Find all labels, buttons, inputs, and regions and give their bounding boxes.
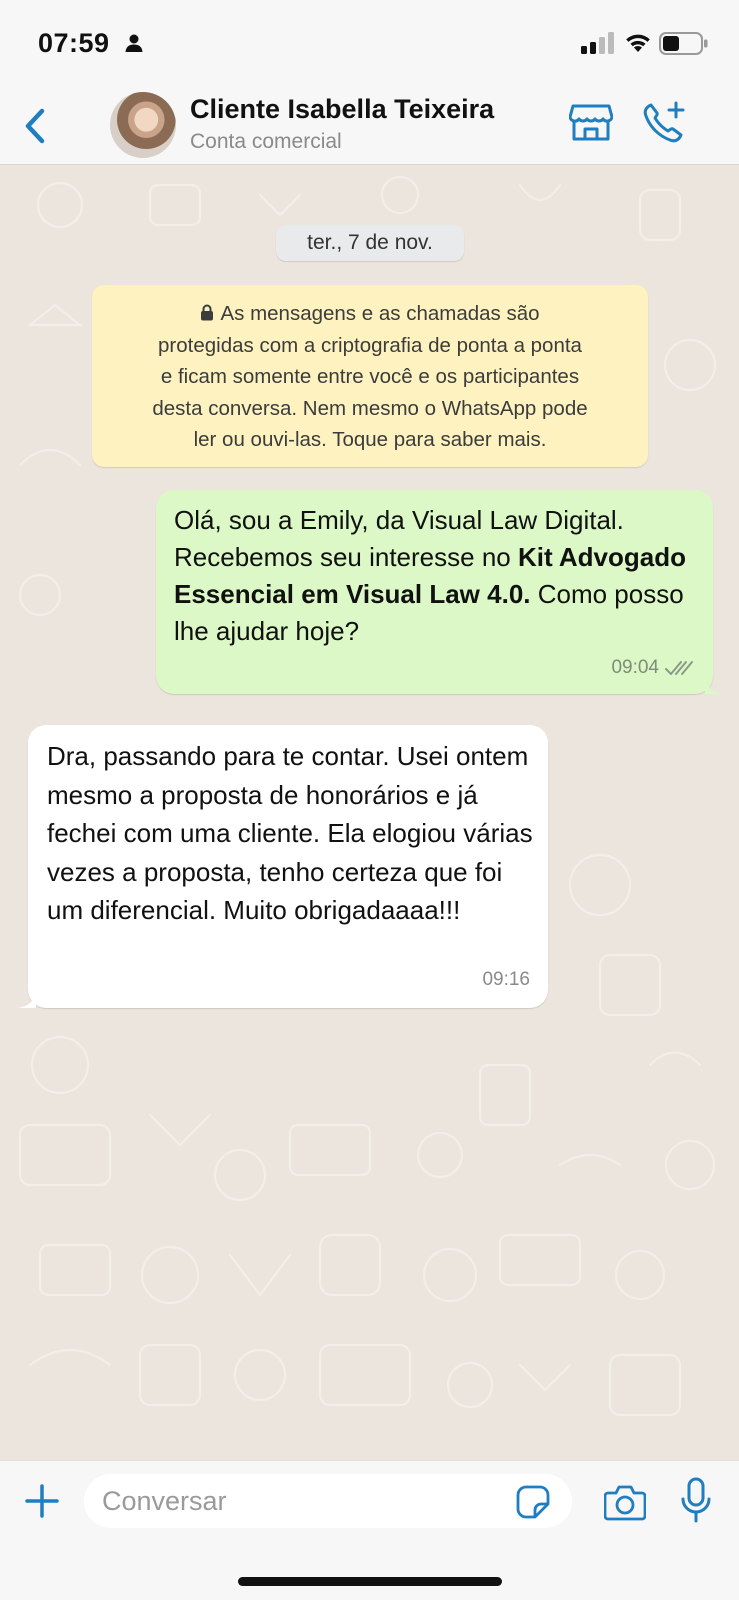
chevron-left-icon[interactable] [20, 106, 50, 146]
status-time: 07:59 [38, 28, 110, 58]
bubble-tail [18, 992, 36, 1008]
storefront-icon[interactable] [569, 102, 613, 142]
message-input[interactable] [84, 1474, 572, 1528]
chat-header: Cliente Isabella Teixeira Conta comercia… [0, 88, 739, 165]
message-text: Dra, passando para te contar. Usei ontem… [47, 741, 533, 925]
plus-icon[interactable] [24, 1483, 60, 1519]
microphone-icon[interactable] [680, 1477, 712, 1523]
battery-icon [659, 32, 708, 55]
outgoing-message-bubble[interactable]: Olá, sou a Emily, da Visual Law Digital.… [156, 490, 723, 694]
camera-icon[interactable] [604, 1483, 646, 1521]
message-time: 09:16 [482, 968, 530, 990]
message-meta: 09:04 [611, 649, 693, 686]
double-check-icon [665, 660, 693, 675]
cellular-signal-icon [581, 32, 614, 54]
bubble-tail [705, 678, 723, 694]
chat-area[interactable]: ter., 7 de nov. As mensagens e as chamad… [0, 165, 739, 1460]
contact-avatar[interactable] [110, 92, 176, 158]
wifi-icon [626, 34, 650, 52]
home-indicator [238, 1577, 502, 1586]
contact-subtitle[interactable]: Conta comercial [190, 130, 342, 154]
sticker-icon[interactable] [516, 1485, 550, 1519]
incoming-message-bubble[interactable]: Dra, passando para te contar. Usei ontem… [18, 725, 548, 1008]
encryption-notice-line: ler ou ouvi-las. Toque para saber mais. [193, 428, 547, 451]
add-call-icon[interactable] [641, 100, 687, 146]
message-time: 09:04 [611, 657, 659, 678]
encryption-notice-line: protegidas com a criptografia de ponta a… [158, 333, 582, 357]
encryption-notice-line: As mensagens e as chamadas são [106, 298, 634, 330]
encryption-notice-line: desta conversa. Nem mesmo o WhatsApp pod… [152, 396, 588, 420]
date-chip: ter., 7 de nov. [276, 225, 464, 261]
person-icon [125, 34, 143, 52]
lock-icon [201, 304, 214, 321]
message-input-bar [0, 1460, 739, 1600]
contact-name[interactable]: Cliente Isabella Teixeira [190, 94, 494, 125]
status-bar: 07:59 [0, 0, 739, 88]
encryption-notice[interactable]: As mensagens e as chamadas são protegida… [92, 285, 648, 467]
encryption-notice-line: e ficam somente entre você e os particip… [160, 365, 580, 388]
